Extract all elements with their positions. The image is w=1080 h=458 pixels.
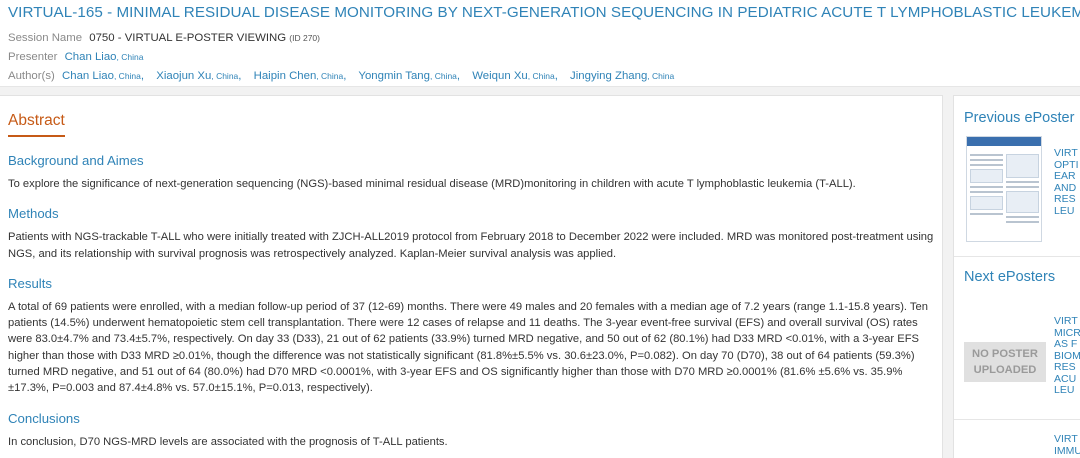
poster-title: VIRTUAL-165 - MINIMAL RESIDUAL DISEASE M… [8,4,1080,21]
results-text: A total of 69 patients were enrolled, wi… [8,300,928,395]
previous-eposter-item[interactable]: VIRT OPTI EAR AND RES LEU [954,126,1080,242]
session-id: (ID 270) [289,33,320,43]
author-link[interactable]: Weiqun Xu, China [472,70,554,82]
abstract-panel: Abstract Background and Aimes To explore… [0,95,943,458]
presenter-link[interactable]: Chan Liao, China [65,51,144,63]
background-heading: Background and Aimes [8,153,144,168]
presenter-label: Presenter [8,51,58,63]
results-heading: Results [8,275,52,291]
author-link[interactable]: Xiaojun Xu, China [156,70,238,82]
previous-eposter-title[interactable]: VIRT OPTI EAR AND RES LEU [1054,147,1079,217]
presenter-row: Presenter Chan Liao, China [8,48,1072,67]
authors-label: Author(s) [8,70,55,82]
session-value: 0750 - VIRTUAL E-POSTER VIEWING (ID 270) [89,32,320,44]
session-label: Session Name [8,32,83,44]
next-eposter-title[interactable]: VIRT IMMU [1054,433,1080,457]
author-link[interactable]: Chan Liao, China [62,70,141,82]
conclusions-text: In conclusion, D70 NGS-MRD levels are as… [8,435,448,448]
previous-eposter-heading: Previous ePoster [964,110,1075,126]
next-eposter-title[interactable]: VIRT MICR AS F BIOM RES ACU LEU [1054,315,1080,397]
author-link[interactable]: Yongmin Tang, China [358,70,457,82]
author-link[interactable]: Haipin Chen, China [254,70,344,82]
methods-heading: Methods [8,206,59,222]
eposter-sidebar: Previous ePoster VIRT OPTI EAR AND RES L… [953,95,1080,458]
session-row: Session Name 0750 - VIRTUAL E-POSTER VIE… [8,29,1072,48]
methods-text: Patients with NGS-trackable T-ALL who we… [8,231,934,260]
previous-eposter-thumbnail[interactable] [966,136,1042,242]
poster-header: VIRTUAL-165 - MINIMAL RESIDUAL DISEASE M… [0,0,1080,87]
author-link[interactable]: Jingying Zhang, China [570,70,674,82]
sidebar-divider [954,419,1080,420]
no-poster-placeholder[interactable]: NO POSTER UPLOADED [964,342,1046,382]
abstract-heading: Abstract [8,112,65,137]
authors-row: Author(s) Chan Liao, China, Xiaojun Xu, … [8,70,675,82]
next-eposters-heading: Next ePosters [964,269,1056,285]
conclusions-heading: Conclusions [8,410,80,426]
background-text: To explore the significance of next-gene… [8,178,856,190]
